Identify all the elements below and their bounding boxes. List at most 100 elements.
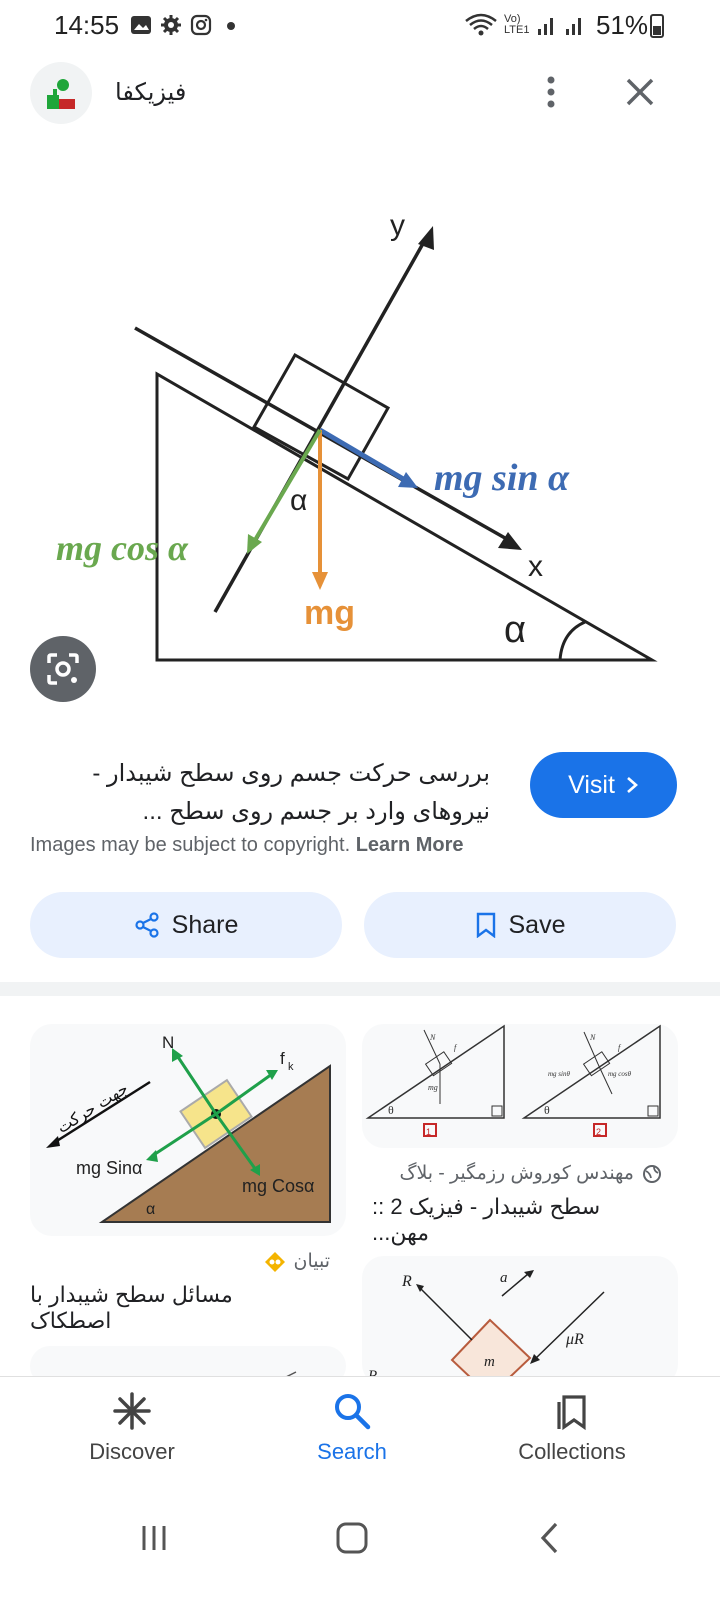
search-icon (335, 1394, 371, 1430)
mg-sin-label: mg sin α (434, 457, 570, 499)
status-icons-left (130, 14, 242, 36)
rel2-box1: 1 (426, 1127, 431, 1137)
two-incline-image: 1 2 θ θ mg mg sinθ mg cosθ N N f f (365, 1024, 661, 1137)
visit-button[interactable]: Visit (530, 752, 677, 818)
globe-icon (643, 1164, 661, 1183)
rel3-m: m (484, 1354, 495, 1370)
bottom-navigation: Discover Search Collections (0, 1376, 720, 1486)
mg-sin-vector (318, 427, 407, 483)
back-icon (540, 1522, 558, 1554)
instagram-icon (190, 14, 212, 36)
y-label: y (390, 209, 405, 242)
rel3-mur: μR (565, 1331, 584, 1348)
more-vert-icon (547, 76, 555, 108)
share-button[interactable]: Share (30, 892, 342, 958)
rel1-cos: mg Cosα (242, 1176, 314, 1196)
rel2-box2: 2 (596, 1127, 601, 1137)
friction-incline-image: N f k mg Sinα mg Cosα α جهت حرکت (46, 1033, 331, 1223)
more-options-button[interactable] (536, 72, 566, 112)
rel2-mg-cos: mg cosθ (608, 1070, 632, 1078)
recent-apps-icon (142, 1526, 166, 1550)
related-caption-2[interactable]: سطح شیبدار - فیزیک 2 :: مهن... (372, 1194, 662, 1246)
nav-search-label: Search (317, 1439, 387, 1464)
mg-label: mg (304, 594, 355, 632)
nav-search[interactable]: Search (252, 1391, 452, 1465)
site-logo-icon (47, 79, 75, 109)
copyright-text: Images may be subject to copyright. (30, 834, 351, 856)
save-button[interactable]: Save (364, 892, 676, 958)
rel1-fk-sub: k (288, 1061, 294, 1073)
status-icons-right: Vo) LTE1 (464, 12, 586, 38)
rel2-mg: mg (428, 1083, 438, 1092)
save-label: Save (508, 910, 566, 939)
angle-arc (558, 620, 586, 661)
google-lens-button[interactable] (30, 636, 96, 702)
result-image[interactable]: y x mg sin α mg cos α mg α α (0, 140, 720, 720)
inclined-plane-diagram: y x mg sin α mg cos α mg α α (56, 209, 658, 662)
rel2-n2: N (589, 1033, 596, 1042)
section-divider (0, 982, 720, 996)
dot-icon (227, 22, 235, 30)
alpha-inner-label: α (290, 484, 307, 517)
battery-icon (650, 14, 664, 38)
related-image-3[interactable]: R a μR m P (362, 1256, 678, 1386)
gallery-icon (131, 16, 151, 34)
battery-percent: 51% (595, 10, 648, 40)
rel3-r: R (401, 1273, 412, 1290)
share-label: Share (171, 910, 239, 939)
nav-discover[interactable]: Discover (32, 1391, 232, 1465)
lte-label: Vo) LTE1 (504, 13, 530, 36)
block-forces-image: R a μR m P (367, 1270, 605, 1386)
site-name[interactable]: فیزیکفا (115, 78, 186, 107)
related-caption-1[interactable]: مسائل سطح شیبدار با اصطکاک (30, 1282, 320, 1334)
system-navigation-bar (0, 1486, 720, 1600)
mg-arrow (312, 572, 328, 590)
result-title-line2: نیروهای وارد بر جسم روی سطح ... (142, 798, 490, 825)
home-icon (336, 1522, 368, 1554)
rel2-mg-sin: mg sinθ (548, 1070, 570, 1078)
nav-collections[interactable]: Collections (472, 1391, 672, 1465)
related-source-1: تبیان (30, 1250, 330, 1273)
incline-triangle (155, 371, 658, 662)
related-source-1-text: تبیان (293, 1251, 331, 1272)
visit-label: Visit (568, 770, 615, 799)
rel2-theta1: θ (388, 1103, 394, 1117)
close-button[interactable] (620, 72, 660, 112)
wifi-icon (465, 13, 497, 36)
signal-icon (538, 18, 553, 35)
copyright-notice: Images may be subject to copyright. Lear… (30, 834, 464, 857)
settings-icon (161, 15, 181, 35)
related-image-1[interactable]: N f k mg Sinα mg Cosα α جهت حرکت (30, 1024, 346, 1236)
nav-collections-label: Collections (518, 1439, 626, 1464)
home-button[interactable] (322, 1508, 382, 1568)
share-icon (135, 912, 159, 938)
result-title-line1: بررسی حرکت جسم روی سطح شیبدار - (92, 760, 490, 787)
rel1-sin: mg Sinα (76, 1158, 142, 1178)
recent-apps-button[interactable] (124, 1508, 184, 1568)
back-button[interactable] (520, 1508, 580, 1568)
collections-icon (557, 1395, 586, 1431)
x-label: x (528, 550, 543, 583)
rel1-alpha: α (146, 1201, 155, 1218)
learn-more-link[interactable]: Learn More (356, 834, 464, 856)
related-source-2-text: مهندس کوروش رزمگیر - بلاگ (399, 1163, 634, 1184)
rel3-a: a (500, 1270, 508, 1286)
close-icon (626, 78, 654, 106)
tebyan-logo-icon (264, 1251, 285, 1272)
status-bar: 14:55 Vo) LTE1 51% (0, 0, 720, 52)
related-image-2[interactable]: 1 2 θ θ mg mg sinθ mg cosθ N N f f (362, 1024, 678, 1148)
nav-discover-label: Discover (89, 1439, 175, 1464)
rel1-direction: جهت حرکت (53, 1079, 132, 1138)
signal-icon-2 (566, 18, 581, 35)
rel2-f2: f (618, 1043, 622, 1052)
status-time: 14:55 (54, 10, 120, 40)
bookmark-icon (476, 912, 495, 938)
rel2-f1: f (454, 1043, 458, 1052)
rel1-f: f (280, 1049, 285, 1068)
site-logo[interactable] (30, 62, 92, 124)
rel2-theta2: θ (544, 1103, 550, 1117)
rel1-n: N (162, 1033, 174, 1052)
result-title[interactable]: بررسی حرکت جسم روی سطح شیبدار - نیروهای … (30, 755, 490, 831)
mg-cos-label: mg cos α (56, 528, 189, 568)
related-source-2: مهندس کوروش رزمگیر - بلاگ (362, 1162, 662, 1185)
